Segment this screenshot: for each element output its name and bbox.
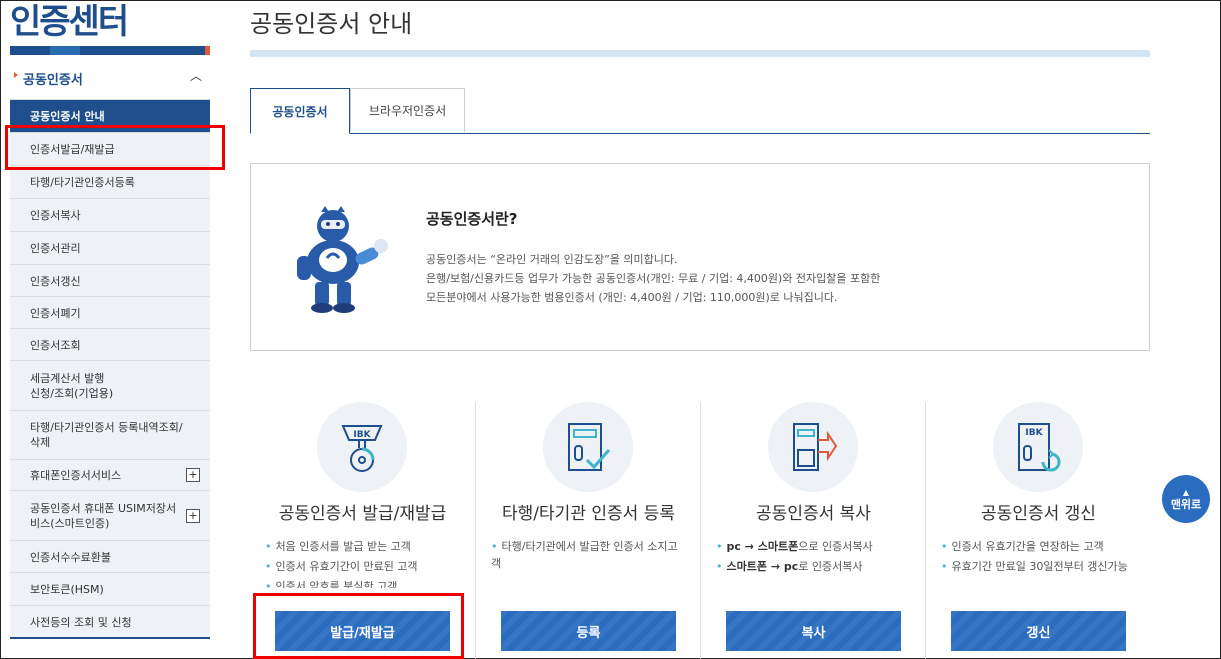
- scroll-top-label: 맨위로: [1170, 498, 1202, 511]
- sidebar-item-revoke[interactable]: 인증서폐기: [10, 297, 210, 329]
- bullet-item: • 인증서 유효기간이 만료된 고객: [265, 560, 418, 573]
- bullet-item: • 타행/타기관에서 발급한 인증서 소지고객: [491, 540, 678, 570]
- renew-icon: IBK: [1018, 423, 1061, 472]
- bullet-item: • 유효기간 만료일 30일전부터 갱신가능: [941, 560, 1128, 573]
- bullet-item: • 처음 인증서를 발급 받는 고객: [265, 540, 411, 553]
- sidebar-item-copy[interactable]: 인증서복사: [10, 199, 210, 232]
- tab-browser-certificate[interactable]: 브라우저인증서: [350, 88, 465, 132]
- page-title: 공동인증서 안내: [250, 10, 413, 38]
- register-button[interactable]: 등록: [501, 611, 676, 651]
- icon-circle: [543, 402, 633, 492]
- scroll-top-button[interactable]: ▲ 맨위로: [1162, 475, 1210, 523]
- sidebar-item-mobile-service[interactable]: 휴대폰인증서서비스 +: [10, 460, 210, 491]
- info-line: 모든분야에서 사용가능한 범용인증서 (개인: 4,400원 / 기업: 110…: [426, 291, 838, 304]
- sidebar-item-register-history[interactable]: 타행/타기관인증서 등록내역조회/삭제: [10, 411, 210, 460]
- ibk-text: IBK: [1025, 428, 1043, 438]
- bullet-item: • 인증서 암호를 분실한 고객: [265, 580, 398, 588]
- tab-joint-certificate[interactable]: 공동인증서: [250, 88, 350, 134]
- info-line: 은행/보험/신용카드등 업무가 가능한 공동인증서(개인: 무료 / 기업: 4…: [426, 272, 881, 285]
- ibk-text: IBK: [353, 430, 371, 440]
- tab-bar: 공동인증서 브라우저인증서: [250, 88, 1150, 134]
- card-title: 공동인증서 복사: [756, 504, 871, 524]
- triangle-icon: [14, 72, 18, 78]
- card-title: 타행/타기관 인증서 등록: [502, 504, 675, 524]
- sidebar-group-certificate[interactable]: 공동인증서 ︿: [10, 55, 210, 100]
- sidebar-group-label: 공동인증서: [23, 73, 83, 88]
- info-box: 공동인증서란? 공동인증서는 “온라인 거래의 인감도장”을 의미합니다. 은행…: [250, 163, 1150, 351]
- sidebar-item-refund[interactable]: 인증서수수료환불: [10, 541, 210, 573]
- bullet-item: • 스마트폰 → pc로 인증서복사: [716, 560, 863, 573]
- card-renew: IBK 공동인증서 갱신 • 인증서 유효기간을 연장하는 고객 • 유효기간 만료…: [925, 402, 1150, 659]
- card-title: 공동인증서 갱신: [981, 504, 1096, 524]
- info-line: 공동인증서는 “온라인 거래의 인감도장”을 의미합니다.: [426, 253, 678, 266]
- sidebar-item-preregister[interactable]: 사전등의 조회 및 신청: [10, 606, 210, 639]
- register-check-icon: [568, 423, 611, 471]
- expand-plus-icon[interactable]: +: [186, 508, 200, 523]
- card-register: 타행/타기관 인증서 등록 • 타행/타기관에서 발급한 인증서 소지고객 등록: [475, 402, 700, 659]
- expand-plus-icon[interactable]: +: [186, 468, 200, 482]
- chevron-up-icon[interactable]: ︿: [190, 67, 202, 84]
- sidebar-item-manage[interactable]: 인증서관리: [10, 232, 210, 265]
- sidebar-item-usim[interactable]: 공동인증서 휴대폰 USIM저장서비스(스마트인증) +: [10, 491, 210, 541]
- card-title: 공동인증서 발급/재발급: [278, 504, 447, 524]
- highlight-box-sidebar: [5, 125, 225, 170]
- title-underline: [250, 50, 1150, 57]
- sidebar-item-register[interactable]: 타행/타기관인증서등록: [10, 166, 210, 199]
- copy-transfer-icon: [793, 423, 838, 471]
- renew-button[interactable]: 갱신: [951, 611, 1126, 651]
- icon-circle: IBK: [993, 402, 1083, 492]
- sidebar-item-hsm[interactable]: 보안토큰(HSM): [10, 573, 210, 606]
- info-heading: 공동인증서란?: [426, 210, 518, 228]
- bullet-item: • pc → 스마트폰으로 인증서복사: [716, 540, 873, 553]
- icon-circle: IBK: [317, 402, 407, 492]
- icon-circle: [768, 402, 858, 492]
- highlight-box-issue-button: [253, 593, 464, 659]
- copy-button[interactable]: 복사: [726, 611, 901, 651]
- sidebar: 인증센터 공동인증서 ︿ 공동인증서 안내 인증서발급/재발급 타행/타기관인증…: [10, 0, 210, 639]
- sidebar-item-label: 휴대폰인증서서비스: [30, 469, 122, 482]
- sidebar-item-tax-invoice[interactable]: 세금계산서 발행 신청/조회(기업용): [10, 361, 210, 411]
- mascot-robot-icon: [297, 206, 388, 313]
- sidebar-item-label: 공동인증서 휴대폰 USIM저장서비스(스마트인증): [30, 501, 177, 530]
- bullet-item: • 인증서 유효기간을 연장하는 고객: [941, 540, 1104, 553]
- sidebar-item-renew[interactable]: 인증서갱신: [10, 265, 210, 297]
- sidebar-strip: [10, 46, 210, 55]
- sidebar-title: 인증센터: [10, 2, 129, 42]
- certificate-issue-icon: IBK: [341, 425, 383, 472]
- sidebar-item-lookup[interactable]: 인증서조회: [10, 329, 210, 361]
- card-copy: 공동인증서 복사 • pc → 스마트폰으로 인증서복사 • 스마트폰 → pc로 …: [700, 402, 925, 659]
